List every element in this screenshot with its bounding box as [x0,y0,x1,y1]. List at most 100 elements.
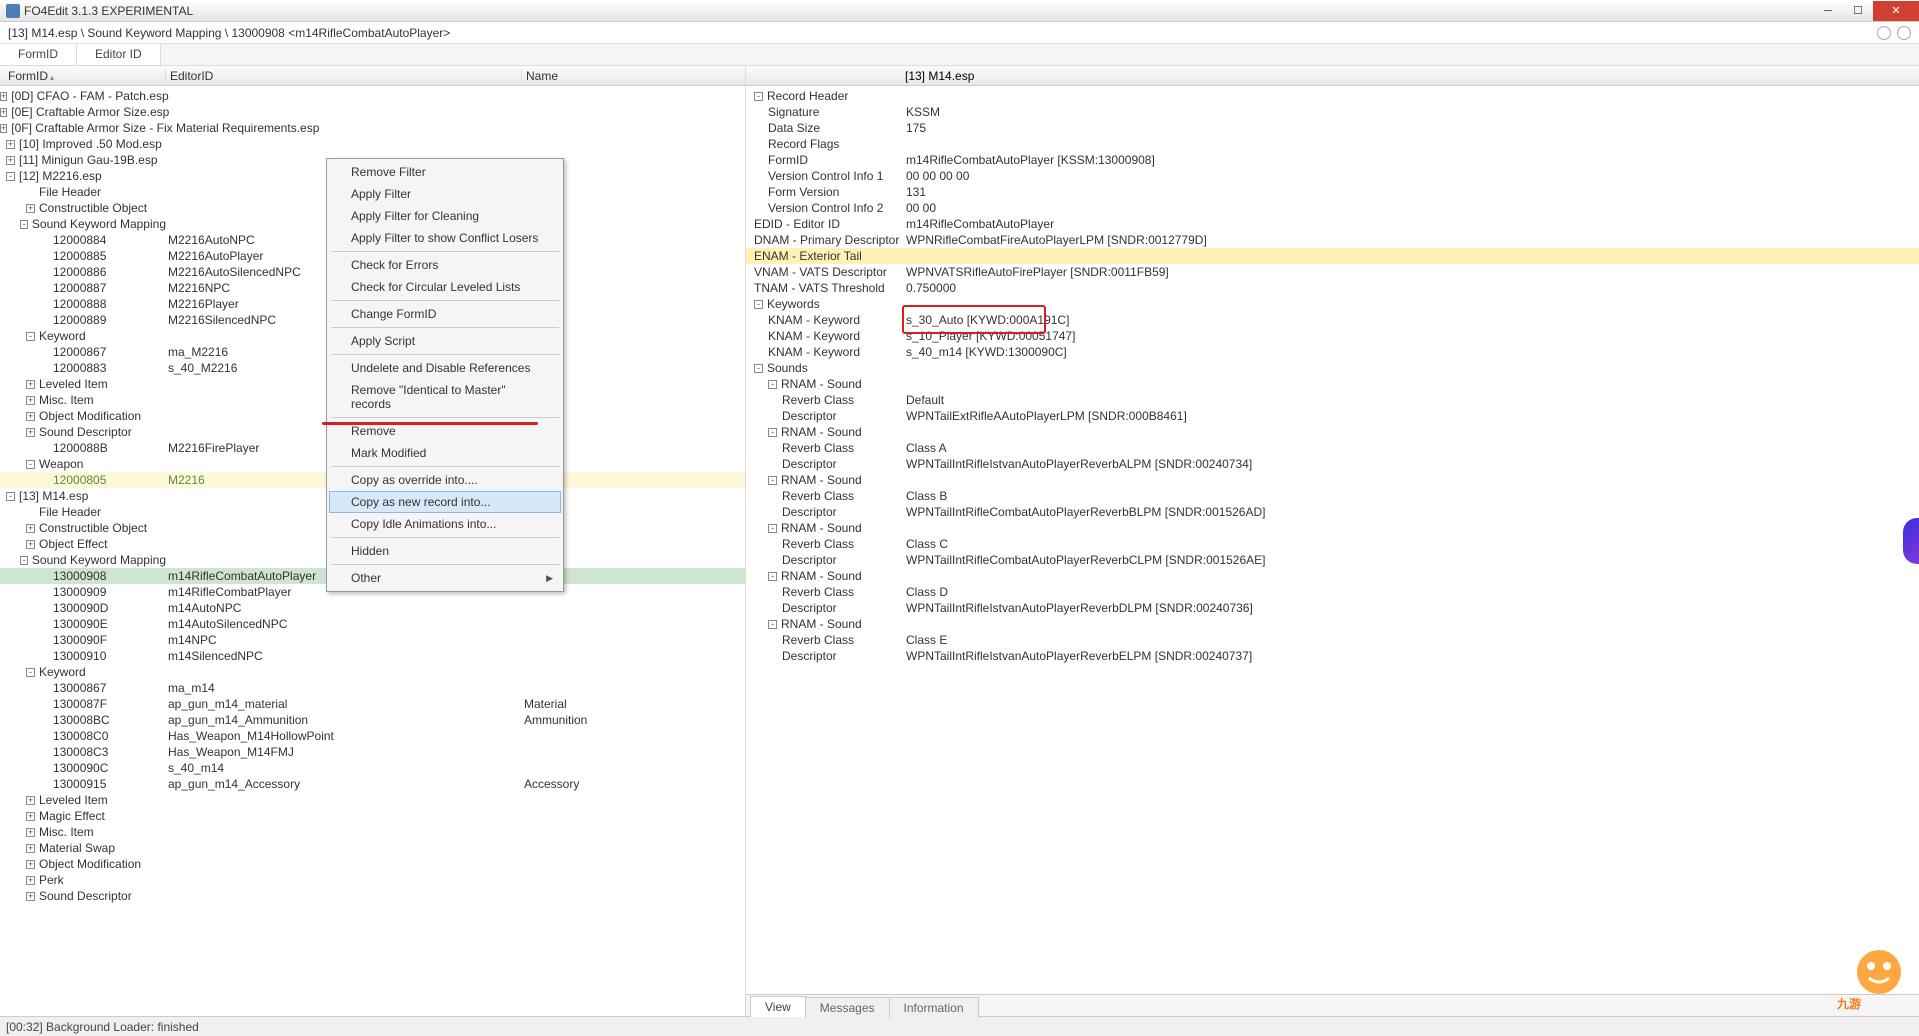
menu-item[interactable]: Other▶ [329,567,561,589]
detail-row[interactable]: DNAM - Primary DescriptorWPNRifleCombatF… [746,232,1919,248]
detail-row[interactable]: DescriptorWPNTailIntRifleCombatAutoPlaye… [746,552,1919,568]
detail-row[interactable]: -RNAM - Sound [746,472,1919,488]
tree-row[interactable]: 13000867ma_m14 [0,680,745,696]
tree-row[interactable]: +Material Swap [0,840,745,856]
detail-row[interactable]: -RNAM - Sound [746,424,1919,440]
close-button[interactable]: ✕ [1873,1,1919,21]
expander-icon[interactable]: + [0,108,7,117]
tree-row[interactable]: 1300090Dm14AutoNPC [0,600,745,616]
expander-icon[interactable]: - [768,620,777,629]
detail-row[interactable]: SignatureKSSM [746,104,1919,120]
expander-icon[interactable]: - [768,476,777,485]
menu-item[interactable]: Check for Errors [329,254,561,276]
tree-row[interactable]: 13000915ap_gun_m14_AccessoryAccessory [0,776,745,792]
detail-row[interactable]: -RNAM - Sound [746,568,1919,584]
tab-view[interactable]: View [750,996,806,1017]
detail-row[interactable]: Data Size175 [746,120,1919,136]
expander-icon[interactable]: + [26,380,35,389]
expander-icon[interactable]: + [26,876,35,885]
tree-row[interactable]: 1300090Fm14NPC [0,632,745,648]
detail-row[interactable]: DescriptorWPNTailIntRifleCombatAutoPlaye… [746,504,1919,520]
record-details[interactable]: -Record HeaderSignatureKSSMData Size175R… [746,86,1919,994]
expander-icon[interactable]: - [20,556,28,565]
minimize-button[interactable]: ─ [1813,1,1843,21]
context-menu[interactable]: Remove FilterApply FilterApply Filter fo… [326,158,564,592]
expander-icon[interactable]: - [20,220,28,229]
tree-row[interactable]: 130008BCap_gun_m14_AmmunitionAmmunition [0,712,745,728]
detail-row[interactable]: -RNAM - Sound [746,376,1919,392]
expander-icon[interactable]: + [26,892,35,901]
tree-row[interactable]: +Leveled Item [0,792,745,808]
tree-row[interactable]: 1300087Fap_gun_m14_materialMaterial [0,696,745,712]
detail-row[interactable]: Version Control Info 200 00 [746,200,1919,216]
detail-row[interactable]: Reverb ClassClass A [746,440,1919,456]
detail-row[interactable]: Reverb ClassClass C [746,536,1919,552]
col-name[interactable]: Name [522,69,745,83]
tree-row[interactable]: +Misc. Item [0,824,745,840]
tree-row[interactable]: 130008C0Has_Weapon_M14HollowPoint [0,728,745,744]
expander-icon[interactable]: - [754,92,763,101]
menu-item[interactable]: Copy as new record into... [329,491,561,513]
tab-formid[interactable]: FormID [0,44,77,65]
detail-row[interactable]: -Sounds [746,360,1919,376]
detail-row[interactable]: Reverb ClassClass E [746,632,1919,648]
expander-icon[interactable]: + [26,396,35,405]
detail-row[interactable]: KNAM - Keywords_10_Player [KYWD:00051747… [746,328,1919,344]
nav-fwd-icon[interactable] [1897,26,1911,40]
expander-icon[interactable]: + [26,844,35,853]
detail-row[interactable]: DescriptorWPNTailIntRifleIstvanAutoPlaye… [746,648,1919,664]
detail-row[interactable]: Reverb ClassDefault [746,392,1919,408]
expander-icon[interactable]: + [0,124,7,133]
expander-icon[interactable]: + [26,524,35,533]
detail-row[interactable]: Form Version131 [746,184,1919,200]
expander-icon[interactable]: + [26,828,35,837]
detail-row[interactable]: KNAM - Keywords_40_m14 [KYWD:1300090C] [746,344,1919,360]
detail-row[interactable]: EDID - Editor IDm14RifleCombatAutoPlayer [746,216,1919,232]
menu-item[interactable]: Apply Filter to show Conflict Losers [329,227,561,249]
menu-item[interactable]: Apply Filter [329,183,561,205]
menu-item[interactable]: Change FormID [329,303,561,325]
tree-row[interactable]: +Sound Descriptor [0,888,745,904]
expander-icon[interactable]: - [768,428,777,437]
tree-row[interactable]: +[10] Improved .50 Mod.esp [0,136,745,152]
tree-row[interactable]: +Perk [0,872,745,888]
menu-item[interactable]: Remove "Identical to Master" records [329,379,561,415]
menu-item[interactable]: Remove Filter [329,161,561,183]
detail-row[interactable]: DescriptorWPNTailIntRifleIstvanAutoPlaye… [746,456,1919,472]
col-editorid[interactable]: EditorID [166,69,522,83]
menu-item[interactable]: Copy as override into.... [329,469,561,491]
detail-row[interactable]: -Record Header [746,88,1919,104]
expander-icon[interactable]: - [6,492,15,501]
expander-icon[interactable]: - [754,300,763,309]
expander-icon[interactable]: + [26,796,35,805]
expander-icon[interactable]: + [26,540,35,549]
detail-row[interactable]: Reverb ClassClass B [746,488,1919,504]
detail-row[interactable]: DescriptorWPNTailIntRifleIstvanAutoPlaye… [746,600,1919,616]
expander-icon[interactable]: - [768,524,777,533]
tree-row[interactable]: 13000910m14SilencedNPC [0,648,745,664]
expander-icon[interactable]: - [768,380,777,389]
tree-row[interactable]: +Magic Effect [0,808,745,824]
expander-icon[interactable]: - [26,668,35,677]
expander-icon[interactable]: + [26,412,35,421]
col-formid[interactable]: FormID [8,69,48,83]
tree-row[interactable]: 130008C3Has_Weapon_M14FMJ [0,744,745,760]
maximize-button[interactable]: ☐ [1843,1,1873,21]
detail-row[interactable]: Record Flags [746,136,1919,152]
expander-icon[interactable]: + [26,860,35,869]
expander-icon[interactable]: - [6,172,15,181]
detail-row[interactable]: DescriptorWPNTailExtRifleAAutoPlayerLPM … [746,408,1919,424]
expander-icon[interactable]: + [26,428,35,437]
tree-row[interactable]: +[0D] CFAO - FAM - Patch.esp [0,88,745,104]
expander-icon[interactable]: + [6,140,15,149]
tree-row[interactable]: 1300090Cs_40_m14 [0,760,745,776]
expander-icon[interactable]: - [768,572,777,581]
expander-icon[interactable]: + [26,204,35,213]
detail-row[interactable]: VNAM - VATS DescriptorWPNVATSRifleAutoFi… [746,264,1919,280]
menu-item[interactable]: Apply Script [329,330,561,352]
expander-icon[interactable]: - [26,460,35,469]
detail-row[interactable]: -Keywords [746,296,1919,312]
detail-row[interactable]: -RNAM - Sound [746,520,1919,536]
tree-row[interactable]: -Keyword [0,664,745,680]
detail-row[interactable]: TNAM - VATS Threshold0.750000 [746,280,1919,296]
